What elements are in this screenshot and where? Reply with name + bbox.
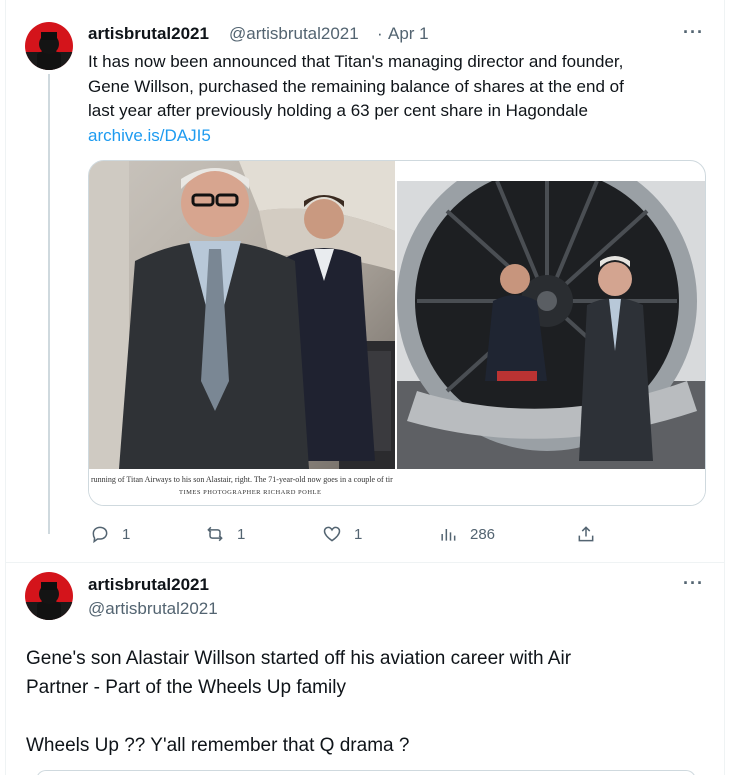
tweet-body: It has now been announced that Titan's m…	[88, 50, 708, 148]
display-name[interactable]: artisbrutal2021	[88, 24, 209, 44]
share-icon	[578, 526, 594, 542]
user-handle[interactable]: @artisbrutal2021	[229, 24, 359, 44]
like-count: 1	[354, 525, 363, 543]
views-count: 286	[470, 525, 496, 543]
reply-button[interactable]: 1	[90, 524, 130, 544]
timeline-border-right	[724, 0, 725, 775]
heart-icon	[323, 526, 341, 542]
tweet-actions: 1 1 1 286	[0, 520, 749, 550]
thread-connector	[48, 74, 50, 534]
avatar[interactable]	[25, 22, 73, 70]
tweet-text-line: Gene's son Alastair Willson started off …	[26, 648, 572, 669]
photo-cabin[interactable]	[89, 161, 395, 469]
archive-link[interactable]: archive.is/DAJI5	[88, 126, 211, 145]
photo-caption: running of Titan Airways to his son Alas…	[89, 469, 705, 505]
share-button[interactable]	[576, 524, 596, 544]
tweet-text-line: It has now been announced that Titan's m…	[88, 52, 624, 71]
tweet-text-line: last year after previously holding a 63 …	[88, 101, 588, 120]
like-button[interactable]: 1	[322, 524, 362, 544]
timestamp[interactable]: Apr 1	[388, 24, 429, 44]
separator-dot: ·	[377, 24, 383, 43]
tweet-media[interactable]: running of Titan Airways to his son Alas…	[88, 160, 706, 506]
retweet-count: 1	[237, 525, 246, 543]
retweet-icon	[207, 526, 223, 542]
avatar-image	[25, 22, 73, 70]
reply-count: 1	[122, 525, 131, 543]
retweet-button[interactable]: 1	[205, 524, 245, 544]
more-options-icon[interactable]: ···	[683, 22, 704, 43]
reply-icon	[92, 526, 108, 544]
avatar[interactable]	[25, 572, 73, 620]
timeline-border-left	[5, 0, 6, 775]
tweet-divider	[6, 562, 724, 563]
tweet-text-line: Gene Willson, purchased the remaining ba…	[88, 76, 624, 96]
quoted-card-edge[interactable]	[36, 770, 696, 775]
views-button[interactable]: 286	[438, 524, 495, 544]
more-options-icon[interactable]: ···	[683, 573, 704, 594]
user-handle[interactable]: @artisbrutal2021	[88, 599, 218, 619]
display-name[interactable]: artisbrutal2021	[88, 575, 209, 595]
avatar-image	[25, 572, 73, 620]
tweet-body: Gene's son Alastair Willson started off …	[26, 644, 706, 760]
photo-jet-engine[interactable]	[397, 181, 705, 469]
tweet-text-line: Wheels Up ?? Y'all remember that Q drama…	[26, 735, 410, 756]
caption-text: running of Titan Airways to his son Alas…	[91, 475, 393, 484]
tweet-text-line: Partner - Part of the Wheels Up family	[26, 677, 346, 698]
analytics-icon	[441, 529, 456, 541]
photo-credit: TIMES PHOTOGRAPHER RICHARD POHLE	[179, 489, 322, 496]
